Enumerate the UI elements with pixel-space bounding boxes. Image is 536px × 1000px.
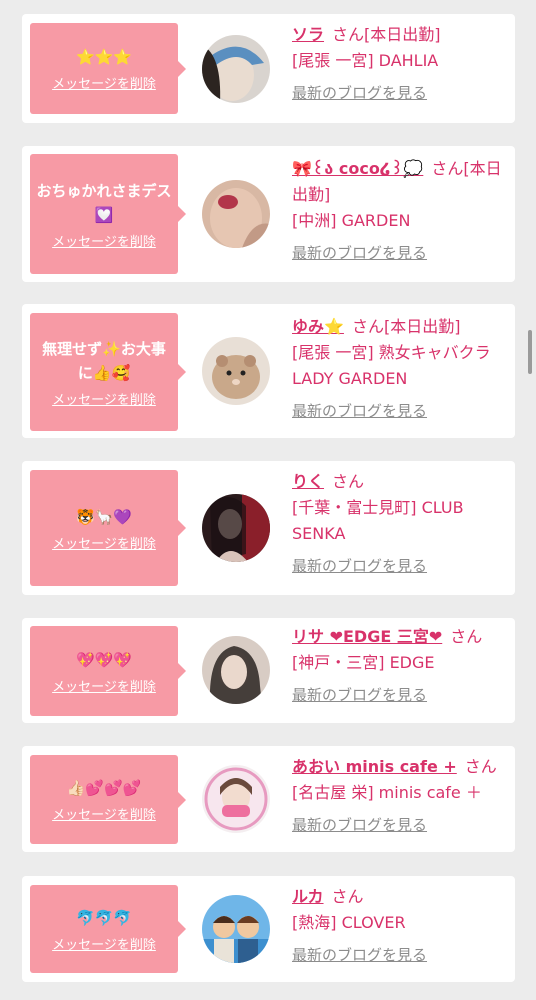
message-bubble: 無理せず✨お大事に👍🥰 メッセージを削除 [30,313,186,431]
blog-link[interactable]: 最新のブログを見る [292,682,427,708]
hamster-icon [202,337,270,405]
avatar-photo-icon [202,494,270,562]
honorific-text: さん [450,627,483,646]
message-text: 🐯🦙💜 [75,507,133,526]
delete-message-link[interactable]: メッセージを削除 [52,533,156,552]
item-info: リサ ❤EDGE 三宮❤ さん [神戸・三宮] EDGE 最新のブログを見る [292,624,509,708]
honorific-text: さん [332,25,365,44]
honorific-text: さん [431,159,464,178]
message-text: 👍🏻💕💕💕 [66,779,142,797]
delete-message-link[interactable]: メッセージを削除 [52,73,156,92]
cast-name-link[interactable]: ソラ [292,25,324,44]
blog-link[interactable]: 最新のブログを見る [292,553,427,579]
avatar-photo-icon [202,636,270,704]
shop-location: [名古屋 栄] minis cafe ＋ [292,783,482,802]
avatar-photo-icon [202,180,270,248]
message-bubble: 👍🏻💕💕💕 メッセージを削除 [30,755,186,844]
message-bubble: 💖💖💖 メッセージを削除 [30,626,186,716]
list-item: 👍🏻💕💕💕 メッセージを削除 あおい minis cafe + さん [名古屋 栄… [22,746,515,852]
cast-name-link[interactable]: 🎀꒰ა coco໒꒱💭 [292,159,423,178]
list-item: おちゅかれさまデス💟 メッセージを削除 🎀꒰ა coco໒꒱💭 さん[本日出勤] … [22,146,515,282]
delete-message-link[interactable]: メッセージを削除 [52,804,156,823]
status-text: [本日出勤] [364,25,441,44]
cast-name-link[interactable]: リサ ❤EDGE 三宮❤ [292,627,442,646]
delete-message-link[interactable]: メッセージを削除 [52,389,156,408]
avatar-illustration-icon [202,895,270,963]
avatar[interactable] [202,895,270,963]
scrollbar[interactable] [528,330,532,374]
cast-name-link[interactable]: ゆみ⭐ [292,317,344,336]
avatar[interactable] [202,765,270,833]
avatar[interactable] [202,35,270,103]
list-item: 🐯🦙💜 メッセージを削除 りく さん [千葉・富士見町] CLUB SENKA 最… [22,461,515,595]
cast-name-link[interactable]: ルカ [292,887,324,906]
shop-location: [神戸・三宮] EDGE [292,653,435,672]
shop-location: [中洲] GARDEN [292,211,411,230]
avatar-photo-icon [202,765,270,833]
blog-link[interactable]: 最新のブログを見る [292,398,427,424]
blog-link[interactable]: 最新のブログを見る [292,240,427,266]
item-info: 🎀꒰ა coco໒꒱💭 さん[本日出勤] [中洲] GARDEN 最新のブログを見… [292,156,509,266]
honorific-text: さん [464,757,497,776]
blog-link[interactable]: 最新のブログを見る [292,80,427,106]
avatar-photo-icon [202,35,270,103]
message-text: 🐬🐬🐬 [75,908,133,927]
cast-name-link[interactable]: りく [292,472,324,491]
item-info: ルカ さん [熱海] CLOVER 最新のブログを見る [292,884,509,968]
message-bubble: ⭐⭐⭐ メッセージを削除 [30,23,186,114]
message-text: おちゅかれさまデス💟 [36,181,172,224]
honorific-text: さん [331,887,364,906]
list-item: 💖💖💖 メッセージを削除 リサ ❤EDGE 三宮❤ さん [神戸・三宮] EDGE… [22,618,515,723]
honorific-text: さん [351,317,384,336]
message-bubble: おちゅかれさまデス💟 メッセージを削除 [30,154,186,274]
message-bubble: 🐬🐬🐬 メッセージを削除 [30,885,186,973]
item-info: ソラ さん[本日出勤] [尾張 一宮] DAHLIA 最新のブログを見る [292,22,509,106]
delete-message-link[interactable]: メッセージを削除 [52,676,156,695]
shop-location: [尾張 一宮] 熟女キャバクラ LADY GARDEN [292,343,491,388]
avatar[interactable] [202,636,270,704]
shop-location: [尾張 一宮] DAHLIA [292,51,439,70]
message-bubble: 🐯🦙💜 メッセージを削除 [30,470,186,586]
message-text: 💖💖💖 [75,650,133,669]
list-item: ⭐⭐⭐ メッセージを削除 ソラ さん[本日出勤] [尾張 一宮] DAHLIA 最… [22,14,515,123]
message-text: 無理せず✨お大事に👍🥰 [42,339,166,382]
item-info: あおい minis cafe + さん [名古屋 栄] minis cafe ＋ … [292,754,509,838]
avatar[interactable] [202,180,270,248]
list-item: 無理せず✨お大事に👍🥰 メッセージを削除 ゆみ⭐ さん[本日出勤] [尾張 一宮]… [22,304,515,438]
honorific-text: さん [332,472,365,491]
item-info: りく さん [千葉・富士見町] CLUB SENKA 最新のブログを見る [292,469,509,579]
shop-location: [千葉・富士見町] CLUB SENKA [292,498,464,543]
shop-location: [熱海] CLOVER [292,913,406,932]
list-item: 🐬🐬🐬 メッセージを削除 ルカ さん [熱海] CLOVER 最新のブログを見る [22,876,515,982]
delete-message-link[interactable]: メッセージを削除 [52,934,156,953]
blog-link[interactable]: 最新のブログを見る [292,942,427,968]
cast-name-link[interactable]: あおい minis cafe + [292,757,457,776]
item-info: ゆみ⭐ さん[本日出勤] [尾張 一宮] 熟女キャバクラ LADY GARDEN … [292,314,509,424]
status-text: [本日出勤] [383,317,461,336]
avatar[interactable] [202,337,270,405]
blog-link[interactable]: 最新のブログを見る [292,812,427,838]
avatar[interactable] [202,494,270,562]
message-text: ⭐⭐⭐ [75,48,133,66]
delete-message-link[interactable]: メッセージを削除 [52,231,156,250]
